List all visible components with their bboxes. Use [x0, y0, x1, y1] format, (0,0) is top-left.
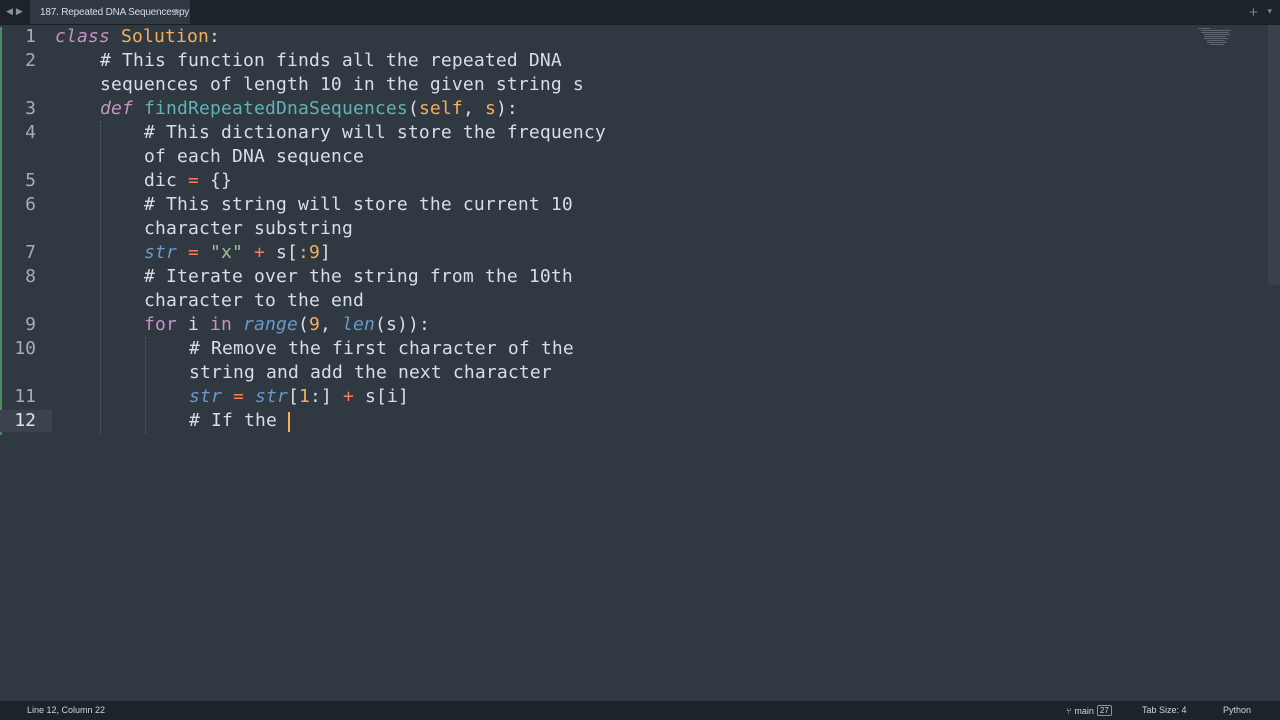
- line-number: 1: [25, 26, 36, 47]
- code-line-10-wrap: string and add the next character: [189, 362, 552, 383]
- code-line-6: # This string will store the current 10: [144, 194, 573, 215]
- line-number: 4: [25, 122, 36, 143]
- code-line-9: for i in range(9, len(s)):: [144, 314, 430, 335]
- indent-guide: [145, 337, 146, 433]
- line-number: 6: [25, 194, 36, 215]
- file-tab[interactable]: 187. Repeated DNA Sequences.py: [30, 0, 190, 24]
- text-cursor: [288, 412, 290, 432]
- new-tab-icon[interactable]: +: [1248, 5, 1258, 19]
- code-line-8-wrap: character to the end: [144, 290, 364, 311]
- line-number: 10: [14, 338, 36, 359]
- status-bar: Line 12, Column 22 ⑂ main 27 Tab Size: 4…: [0, 701, 1280, 720]
- code-line-4: # This dictionary will store the frequen…: [144, 122, 606, 143]
- code-line-2-wrap: sequences of length 10 in the given stri…: [100, 74, 584, 95]
- line-number: 11: [14, 386, 36, 407]
- tab-nav: ◀ ▶: [6, 0, 23, 24]
- branch-name: main: [1074, 705, 1094, 716]
- code-line-7: str = "x" + s[:9]: [144, 242, 331, 263]
- tab-actions: + ▾: [1248, 0, 1272, 24]
- minimap[interactable]: [1198, 28, 1244, 52]
- line-number-active: 12: [14, 410, 36, 431]
- code-line-8: # Iterate over the string from the 10th: [144, 266, 573, 287]
- code-editor[interactable]: 1 2 3 4 5 6 7 8 9 10 11 12 class Solutio…: [0, 25, 1280, 701]
- tab-menu-icon[interactable]: ▾: [1267, 7, 1272, 17]
- line-number: 9: [25, 314, 36, 335]
- git-branch-icon: ⑂: [1066, 705, 1072, 716]
- modified-lines-gutter-marker: [0, 27, 2, 435]
- line-number: 2: [25, 50, 36, 71]
- code-line-6-wrap: character substring: [144, 218, 353, 239]
- tab-bar: ◀ ▶ 187. Repeated DNA Sequences.py + ▾: [0, 0, 1280, 25]
- tab-title: 187. Repeated DNA Sequences.py: [40, 6, 190, 18]
- line-number: 3: [25, 98, 36, 119]
- vertical-scrollbar[interactable]: [1268, 25, 1280, 285]
- forward-arrow-icon[interactable]: ▶: [16, 7, 23, 17]
- syntax-selector[interactable]: Python: [1223, 705, 1251, 715]
- unsaved-dot-icon[interactable]: [174, 9, 179, 14]
- line-number: 5: [25, 170, 36, 191]
- tab-size-selector[interactable]: Tab Size: 4: [1142, 705, 1187, 715]
- back-arrow-icon[interactable]: ◀: [6, 7, 13, 17]
- code-line-11: str = str[1:] + s[i]: [189, 386, 409, 407]
- code-line-2: # This function finds all the repeated D…: [100, 50, 562, 71]
- indent-guide: [100, 121, 101, 433]
- code-line-3: def findRepeatedDnaSequences(self, s):: [100, 98, 518, 119]
- line-number: 7: [25, 242, 36, 263]
- cursor-position[interactable]: Line 12, Column 22: [27, 705, 105, 715]
- line-number: 8: [25, 266, 36, 287]
- code-line-1: class Solution:: [55, 26, 220, 47]
- code-line-10: # Remove the first character of the: [189, 338, 574, 359]
- code-line-4-wrap: of each DNA sequence: [144, 146, 364, 167]
- code-line-12: # If the: [189, 410, 288, 431]
- code-line-5: dic = {}: [144, 170, 232, 191]
- git-branch[interactable]: ⑂ main 27: [1066, 705, 1112, 716]
- changes-count-badge: 27: [1096, 705, 1112, 716]
